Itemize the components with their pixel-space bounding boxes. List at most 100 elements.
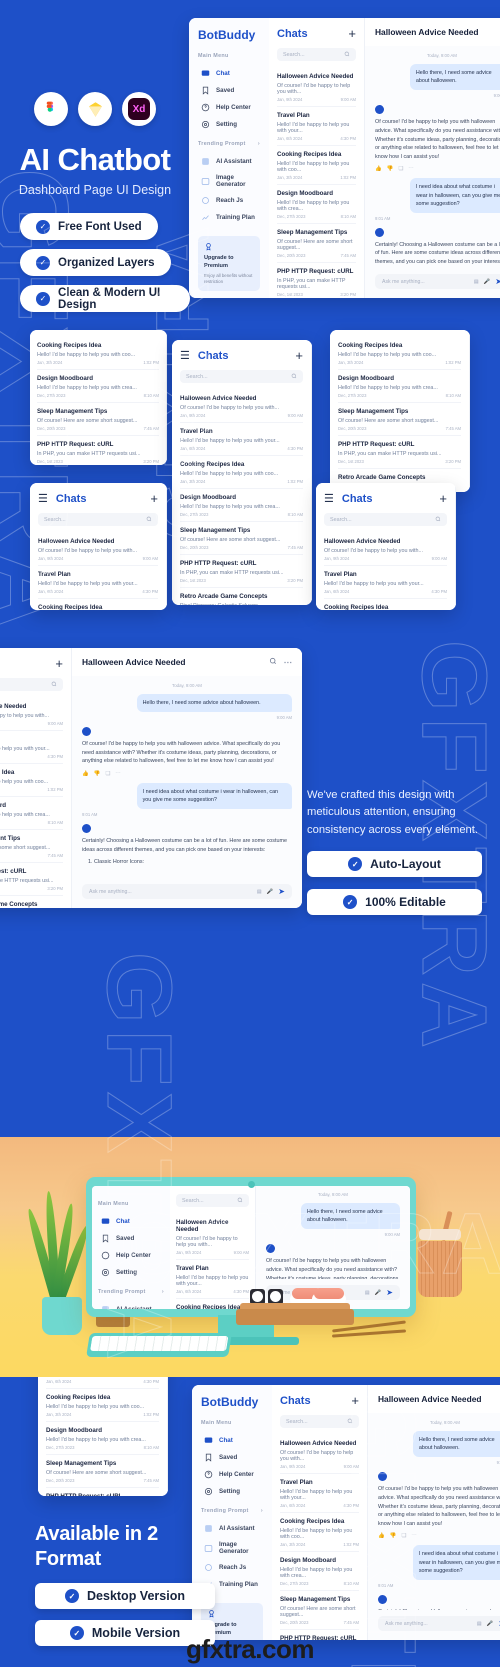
sidebar-item-saved[interactable]: Saved	[98, 1230, 164, 1247]
search-input[interactable]: Search...	[280, 1415, 359, 1428]
search-input[interactable]: Search...	[38, 513, 158, 526]
hamburger-icon[interactable]: ☰	[324, 492, 334, 505]
sidebar-item-help-center[interactable]: Help Center	[98, 1247, 164, 1264]
mic-icon[interactable]: 🎤	[375, 1290, 381, 1296]
message-reactions[interactable]: 👍 👎 ❏ ⋯	[375, 166, 500, 172]
list-item[interactable]: Travel Plan Hello! I'd be happy to help y…	[277, 107, 356, 146]
editable-button[interactable]: ✓ 100% Editable	[307, 889, 482, 916]
list-item[interactable]: Halloween Advice Needed Of course! I'd be…	[324, 533, 447, 566]
sidebar-item-saved[interactable]: Saved	[198, 82, 260, 99]
copy-icon[interactable]: ❏	[401, 1533, 406, 1539]
hamburger-icon[interactable]: ☰	[38, 492, 48, 505]
search-icon[interactable]	[269, 657, 277, 667]
thumbs-down-icon[interactable]: 👎	[390, 1533, 397, 1539]
list-item[interactable]: Halloween Advice Needed Of course! I'd be…	[0, 698, 63, 731]
list-item[interactable]: Cooking Recipes IdeaHello! I'd be happy …	[37, 337, 159, 370]
image-icon[interactable]: ▤	[257, 889, 262, 895]
sidebar-item-help-center[interactable]: Help Center	[201, 1466, 263, 1483]
search-input[interactable]: Search...	[324, 513, 447, 526]
list-item[interactable]: PHP HTTP Request: cURLIn PHP, you can ma…	[46, 1488, 159, 1496]
list-item[interactable]: Halloween Advice Needed Of course! I'd be…	[180, 390, 303, 423]
thumbs-down-icon[interactable]: 👎	[94, 771, 101, 777]
list-item[interactable]: Halloween Advice Needed Of course! I'd be…	[38, 533, 158, 566]
message-composer[interactable]: Ask me anything... ▤ 🎤 ➤	[378, 1616, 500, 1631]
list-item[interactable]: Sleep Management Tips Of course! Here are…	[46, 1455, 159, 1488]
sidebar-item-chat[interactable]: Chat	[198, 65, 260, 82]
list-item[interactable]: PHP HTTP Request: cURLIn PHP, you can ma…	[277, 263, 356, 298]
list-item[interactable]: Cooking Recipes IdeaHello! I'd be happy …	[38, 599, 158, 610]
sidebar-item-reach-js[interactable]: Reach Js	[198, 192, 260, 209]
search-input[interactable]: Search...	[277, 48, 356, 61]
list-item[interactable]: Cooking Recipes IdeaHello! I'd be happy …	[324, 599, 447, 610]
sidebar-item-setting[interactable]: Setting	[98, 1264, 164, 1281]
thumbs-up-icon[interactable]: 👍	[375, 166, 382, 172]
list-item[interactable]: Design Moodboard Hello! I'd be happy to h…	[180, 489, 303, 522]
more-horizontal-icon[interactable]: ⋯	[284, 657, 292, 667]
list-item[interactable]: Halloween Advice Needed Of course! I'd be…	[176, 1214, 249, 1260]
thumbs-up-icon[interactable]: 👍	[82, 771, 89, 777]
plus-icon[interactable]: +	[295, 349, 303, 362]
sidebar-item-ai-assistant[interactable]: AI Assistant	[98, 1301, 164, 1309]
chevron-right-icon[interactable]: ›	[162, 1289, 164, 1295]
chevron-right-icon[interactable]: ›	[261, 1508, 263, 1514]
message-composer[interactable]: Ask me anything... ▤ 🎤 ➤	[82, 884, 292, 899]
list-item[interactable]: Design Moodboard Hello! I'd be happy to h…	[277, 185, 356, 224]
sidebar-item-chat[interactable]: Chat	[201, 1432, 263, 1449]
search-input[interactable]: Search...	[180, 370, 303, 383]
search-input[interactable]: Search...	[176, 1194, 249, 1207]
list-item[interactable]: PHP HTTP Request: cURLIn PHP, you can ma…	[338, 436, 461, 469]
send-icon[interactable]: ➤	[278, 887, 285, 896]
plus-icon[interactable]: +	[351, 1394, 359, 1407]
plus-icon[interactable]: +	[150, 492, 158, 505]
chevron-right-icon[interactable]: ›	[258, 141, 260, 147]
copy-icon[interactable]: ❏	[398, 166, 403, 172]
list-item[interactable]: Travel Plan Hello! I'd be happy to help y…	[180, 423, 303, 456]
copy-icon[interactable]: ❏	[105, 771, 110, 777]
auto-layout-button[interactable]: ✓ Auto-Layout	[307, 851, 482, 878]
image-icon[interactable]: ▤	[474, 279, 479, 285]
sidebar-item-setting[interactable]: Setting	[198, 116, 260, 133]
list-item[interactable]: Travel Plan Hello! I'd be happy to help y…	[324, 566, 447, 599]
sidebar-item-chat[interactable]: Chat	[98, 1213, 164, 1230]
list-item[interactable]: Cooking Recipes IdeaHello! I'd be happy …	[46, 1389, 159, 1422]
list-item[interactable]: Cooking Recipes IdeaHello! I'd be happy …	[180, 456, 303, 489]
list-item[interactable]: Cooking Recipes IdeaHello! I'd be happy …	[0, 764, 63, 797]
mic-icon[interactable]: 🎤	[484, 279, 490, 285]
list-item[interactable]: Sleep Management Tips Of course! Here are…	[338, 403, 461, 436]
list-item[interactable]: Travel Plan Hello! I'd be happy to help y…	[38, 566, 158, 599]
thumbs-down-icon[interactable]: 👎	[387, 166, 394, 172]
message-reactions[interactable]: 👍 👎 ❏ ⋯	[82, 771, 292, 777]
sidebar-item-help-center[interactable]: Help Center	[198, 99, 260, 116]
more-icon[interactable]: ⋯	[115, 771, 120, 777]
list-item[interactable]: Retro Arcade Game ConceptsPixel Pioneers…	[0, 896, 63, 908]
thumbs-up-icon[interactable]: 👍	[378, 1533, 385, 1539]
send-icon[interactable]: ➤	[386, 1288, 393, 1297]
sidebar-item-ai-assistant[interactable]: AI Assistant	[198, 153, 260, 170]
message-reactions[interactable]: 👍 👎 ❏ ⋯	[378, 1533, 500, 1539]
sidebar-item-training-plan[interactable]: Training Plan	[198, 209, 260, 226]
hamburger-icon[interactable]: ☰	[180, 349, 190, 362]
list-item[interactable]: Design Moodboard Hello! I'd be happy to h…	[37, 370, 159, 403]
list-item[interactable]: Design Moodboard Hello! I'd be happy to h…	[0, 797, 63, 830]
list-item[interactable]: Design Moodboard Hello! I'd be happy to h…	[46, 1422, 159, 1455]
search-input[interactable]: Search...	[0, 678, 63, 691]
sidebar-item-image-generator[interactable]: Image Generator	[198, 170, 260, 192]
more-icon[interactable]: ⋯	[411, 1533, 416, 1539]
list-item[interactable]: Sleep Management Tips Of course! Here are…	[280, 1591, 359, 1630]
list-item[interactable]: Sleep Management Tips Of course! Here are…	[0, 830, 63, 863]
send-icon[interactable]: ➤	[495, 277, 500, 286]
list-item[interactable]: Cooking Recipes IdeaHello! I'd be happy …	[338, 337, 461, 370]
list-item[interactable]: PHP HTTP Request: cURLIn PHP, you can ma…	[180, 555, 303, 588]
list-item[interactable]: Design Moodboard Hello! I'd be happy to h…	[338, 370, 461, 403]
list-item[interactable]: Travel Plan Hello! I'd be happy to help y…	[280, 1474, 359, 1513]
mic-icon[interactable]: 🎤	[487, 1621, 493, 1627]
list-item[interactable]: Sleep Management Tips Of course! Here are…	[37, 403, 159, 436]
image-icon[interactable]: ▤	[365, 1290, 370, 1296]
list-item[interactable]: Sleep Management Tips Of course! Here are…	[277, 224, 356, 263]
list-item[interactable]: Cooking Recipes IdeaHello! I'd be happy …	[277, 146, 356, 185]
message-composer[interactable]: Ask me anything... ▤ 🎤 ➤	[375, 274, 500, 289]
sidebar-item-saved[interactable]: Saved	[201, 1449, 263, 1466]
list-item[interactable]: PHP HTTP Request: cURLIn PHP, you can ma…	[37, 436, 159, 465]
more-icon[interactable]: ⋯	[408, 166, 413, 172]
image-icon[interactable]: ▤	[477, 1621, 482, 1627]
